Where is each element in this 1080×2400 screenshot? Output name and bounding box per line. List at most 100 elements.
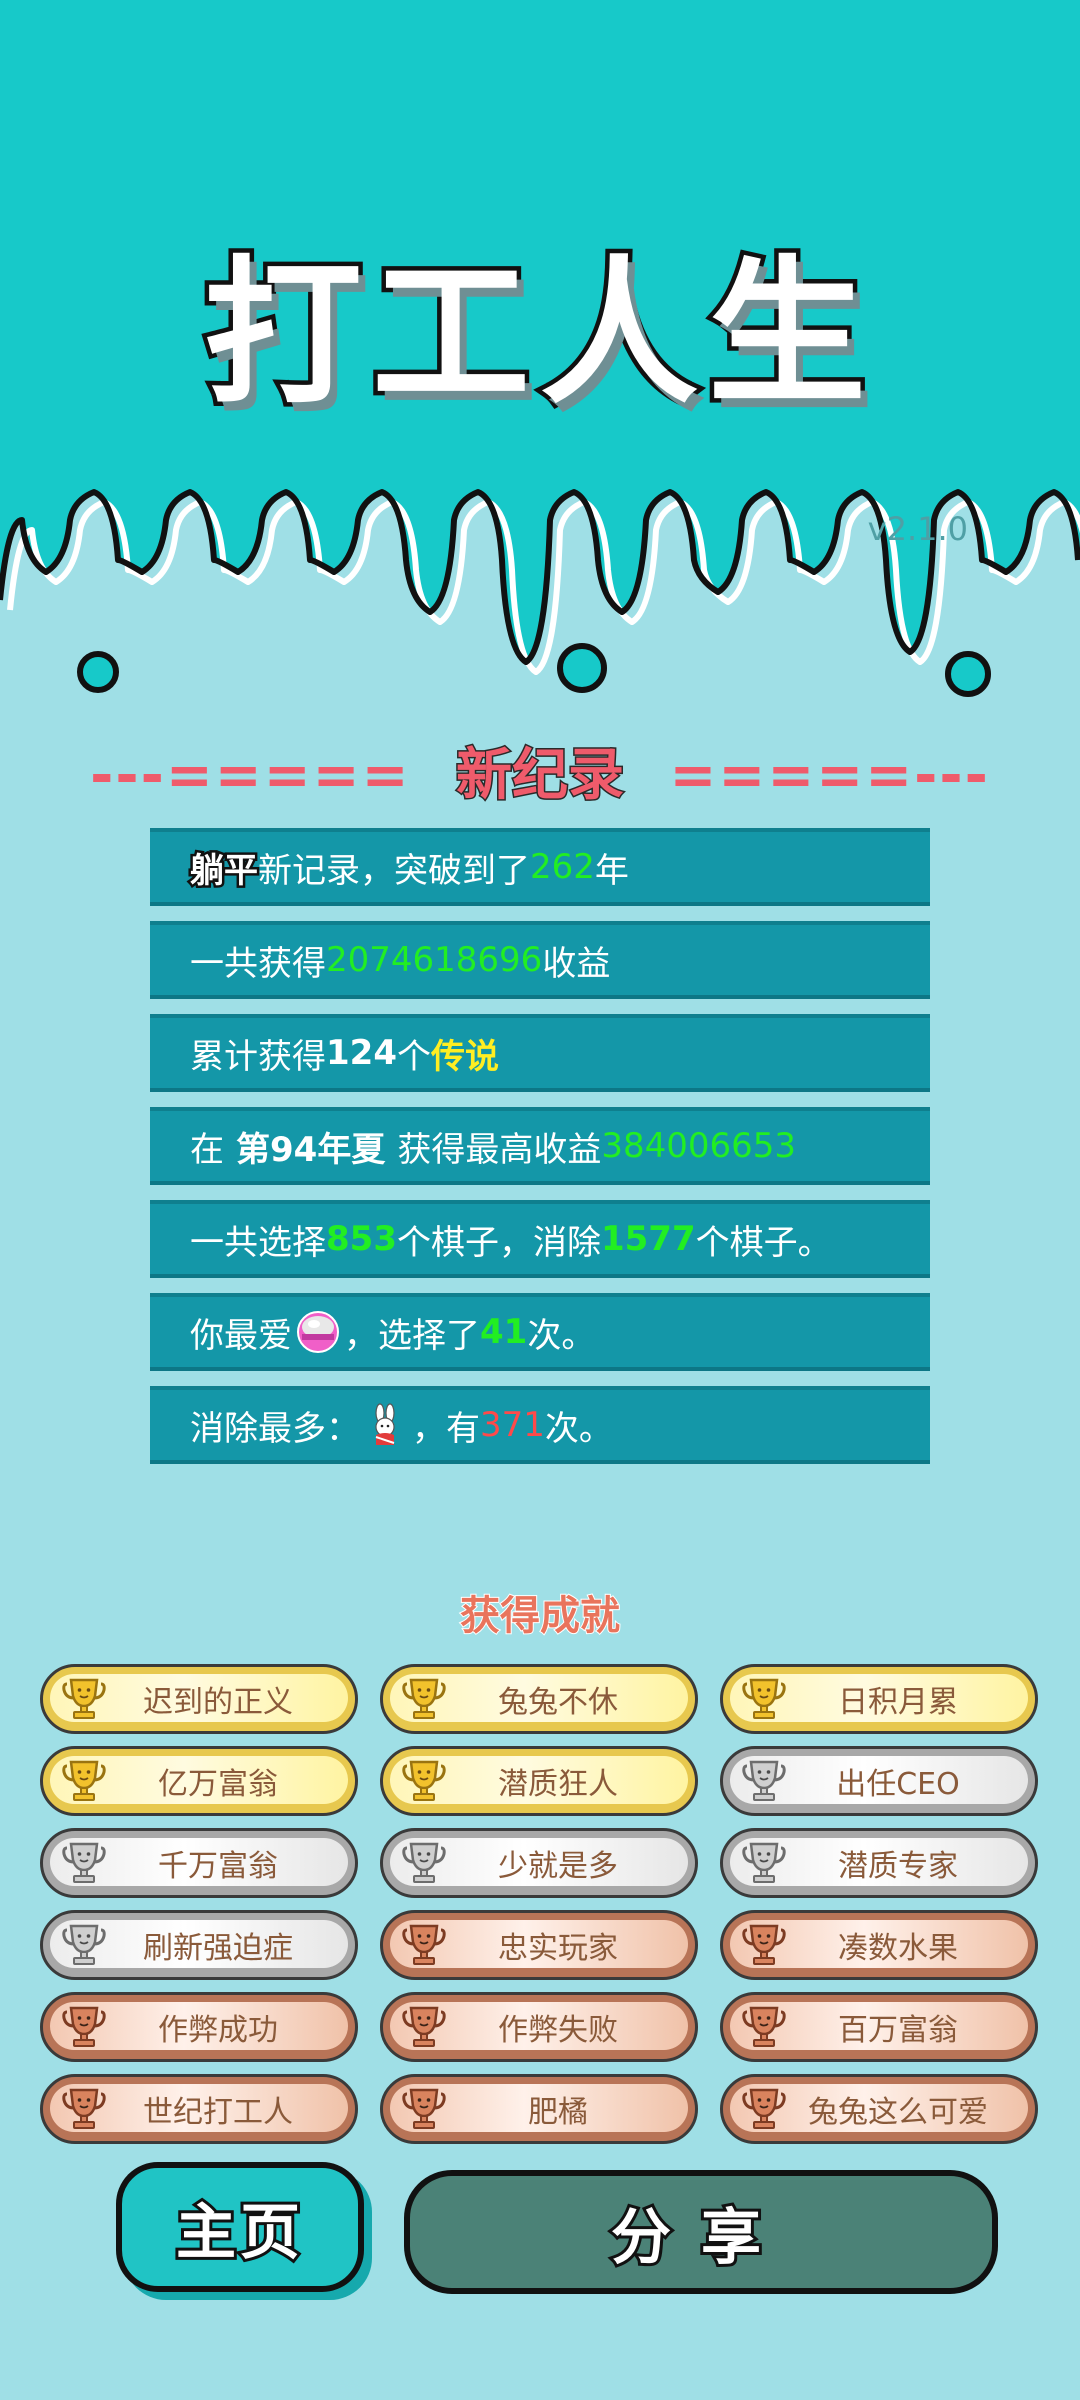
stat-text: 新记录，突破到了 [258, 850, 530, 891]
drip-drop [557, 643, 607, 693]
stat-text: 一共选择 [190, 1222, 326, 1263]
achievement-label: 作弊成功 [158, 2013, 278, 2048]
achievement-label: 肥橘 [528, 2095, 588, 2130]
achievement-badge[interactable]: 忠实玩家 [380, 1910, 698, 1980]
stat-value: 262 [530, 847, 595, 887]
achievement-label: 兔兔不休 [498, 1685, 618, 1720]
achievement-badge[interactable]: 亿万富翁 [40, 1746, 358, 1816]
achievement-badge[interactable]: 出任CEO [720, 1746, 1038, 1816]
achievement-badge[interactable]: 作弊成功 [40, 1992, 358, 2062]
stat-text: 个 [396, 1036, 431, 1077]
stat-row-total-income: 一共获得 2074618696 收益 [150, 921, 930, 999]
bunny-icon [375, 1403, 395, 1445]
trophy-icon [402, 2006, 446, 2047]
trophy-icon [62, 2006, 106, 2047]
stat-value: 2074618696 [326, 940, 543, 980]
achievement-badge[interactable]: 兔兔这么可爱 [720, 2074, 1038, 2144]
trophy-icon [742, 1924, 786, 1965]
achievement-label: 世纪打工人 [143, 2095, 293, 2130]
trophy-icon [402, 1842, 446, 1883]
stat-row-record: 躺平 新记录，突破到了 262 年 [150, 828, 930, 906]
trophy-icon [742, 1678, 786, 1719]
trophy-icon [402, 1678, 446, 1719]
stat-value: 371 [480, 1405, 545, 1445]
achievement-badge[interactable]: 肥橘 [380, 2074, 698, 2144]
stat-text: 在 [190, 1129, 224, 1170]
achievement-badge[interactable]: 少就是多 [380, 1828, 698, 1898]
stat-value: 853 [326, 1219, 397, 1259]
stat-text: 获得最高收益 [397, 1129, 602, 1170]
trophy-icon [62, 1760, 106, 1801]
trophy-icon [402, 1924, 446, 1965]
version-label: v2.1.0 [867, 510, 968, 548]
stat-text: ，有 [412, 1408, 480, 1449]
lying-flat-tag: 躺平 [188, 848, 261, 893]
stat-text: 次。 [544, 1408, 613, 1449]
achievement-badge[interactable]: 兔兔不休 [380, 1664, 698, 1734]
header-banner: 打工人生 v2.1.0 [0, 0, 1080, 720]
achievement-label: 刷新强迫症 [143, 1931, 293, 1966]
stat-text: 消除最多： [190, 1408, 360, 1449]
trophy-icon [742, 1842, 786, 1883]
achievement-badge[interactable]: 潜质专家 [720, 1828, 1038, 1898]
achievement-label: 迟到的正义 [143, 1685, 293, 1720]
stat-text: 累计获得 [190, 1036, 326, 1077]
record-heading: ---===== 新纪录 =====--- [0, 730, 1080, 811]
trophy-icon [742, 2006, 786, 2047]
heading-dashes-right: =====--- [669, 743, 990, 808]
stat-text: 个棋子，消除 [396, 1222, 601, 1263]
achievement-label: 潜质狂人 [498, 1767, 618, 1802]
achievement-label: 亿万富翁 [158, 1767, 278, 1802]
achievement-label: 作弊失败 [498, 2013, 618, 2048]
achievement-label: 日积月累 [838, 1685, 958, 1720]
record-heading-text: 新纪录 [455, 742, 626, 810]
achievement-badge[interactable]: 日积月累 [720, 1664, 1038, 1734]
stat-text: 一共获得 [190, 943, 326, 984]
achievement-badge[interactable]: 迟到的正义 [40, 1664, 358, 1734]
stat-row-pieces: 一共选择 853 个棋子，消除 1577 个棋子。 [150, 1200, 930, 1278]
trophy-icon [742, 1760, 786, 1801]
game-title: 打工人生 [200, 242, 876, 426]
stat-text: 个棋子。 [695, 1222, 832, 1263]
achievement-label: 凑数水果 [838, 1931, 958, 1966]
trophy-icon [62, 1842, 106, 1883]
home-button-label: 主页 [173, 2195, 304, 2271]
achievement-badge[interactable]: 刷新强迫症 [40, 1910, 358, 1980]
stat-text: 年 [594, 850, 629, 891]
achievement-badge[interactable]: 凑数水果 [720, 1910, 1038, 1980]
achievement-badge[interactable]: 世纪打工人 [40, 2074, 358, 2144]
rice-bowl-icon [297, 1311, 339, 1353]
achievement-label: 兔兔这么可爱 [808, 2095, 988, 2130]
trophy-icon [62, 1678, 106, 1719]
achievement-badge[interactable]: 百万富翁 [720, 1992, 1038, 2062]
achievement-label: 千万富翁 [158, 1849, 278, 1884]
home-button[interactable]: 主页 [116, 2162, 364, 2292]
trophy-icon [62, 2088, 106, 2129]
stat-value: 384006653 [601, 1126, 797, 1166]
share-button[interactable]: 分享 [404, 2170, 998, 2294]
trophy-icon [402, 1760, 446, 1801]
stat-row-best-income: 在 第94年夏 获得最高收益 384006653 [150, 1107, 930, 1185]
stat-value-2: 1577 [600, 1219, 696, 1259]
drip-drop [945, 651, 991, 697]
achievement-badge[interactable]: 作弊失败 [380, 1992, 698, 2062]
stat-row-most-cleared: 消除最多： ，有 371 次。 [150, 1386, 930, 1464]
achievement-label: 出任CEO [836, 1767, 960, 1802]
trophy-icon [402, 2088, 446, 2129]
heading-dashes-left: ---===== [90, 743, 411, 808]
stat-value: 124 [326, 1033, 397, 1073]
drip-drop [77, 651, 119, 693]
achievement-badge[interactable]: 潜质狂人 [380, 1746, 698, 1816]
achievement-badge[interactable]: 千万富翁 [40, 1828, 358, 1898]
achievement-label: 潜质专家 [838, 1849, 958, 1884]
stat-row-favorite: 你最爱 ，选择了 41 次。 [150, 1293, 930, 1371]
legend-tag: 传说 [430, 1036, 499, 1077]
stat-row-legend-count: 累计获得 124 个 传说 [150, 1014, 930, 1092]
stat-text: 次。 [527, 1315, 596, 1356]
stat-text: 收益 [542, 943, 611, 984]
achievement-label: 少就是多 [498, 1849, 618, 1884]
share-button-label: 分享 [608, 2200, 791, 2276]
stat-value: 41 [480, 1312, 528, 1352]
stat-text: 你最爱 [190, 1315, 292, 1356]
season-label: 第94年夏 [236, 1129, 386, 1170]
